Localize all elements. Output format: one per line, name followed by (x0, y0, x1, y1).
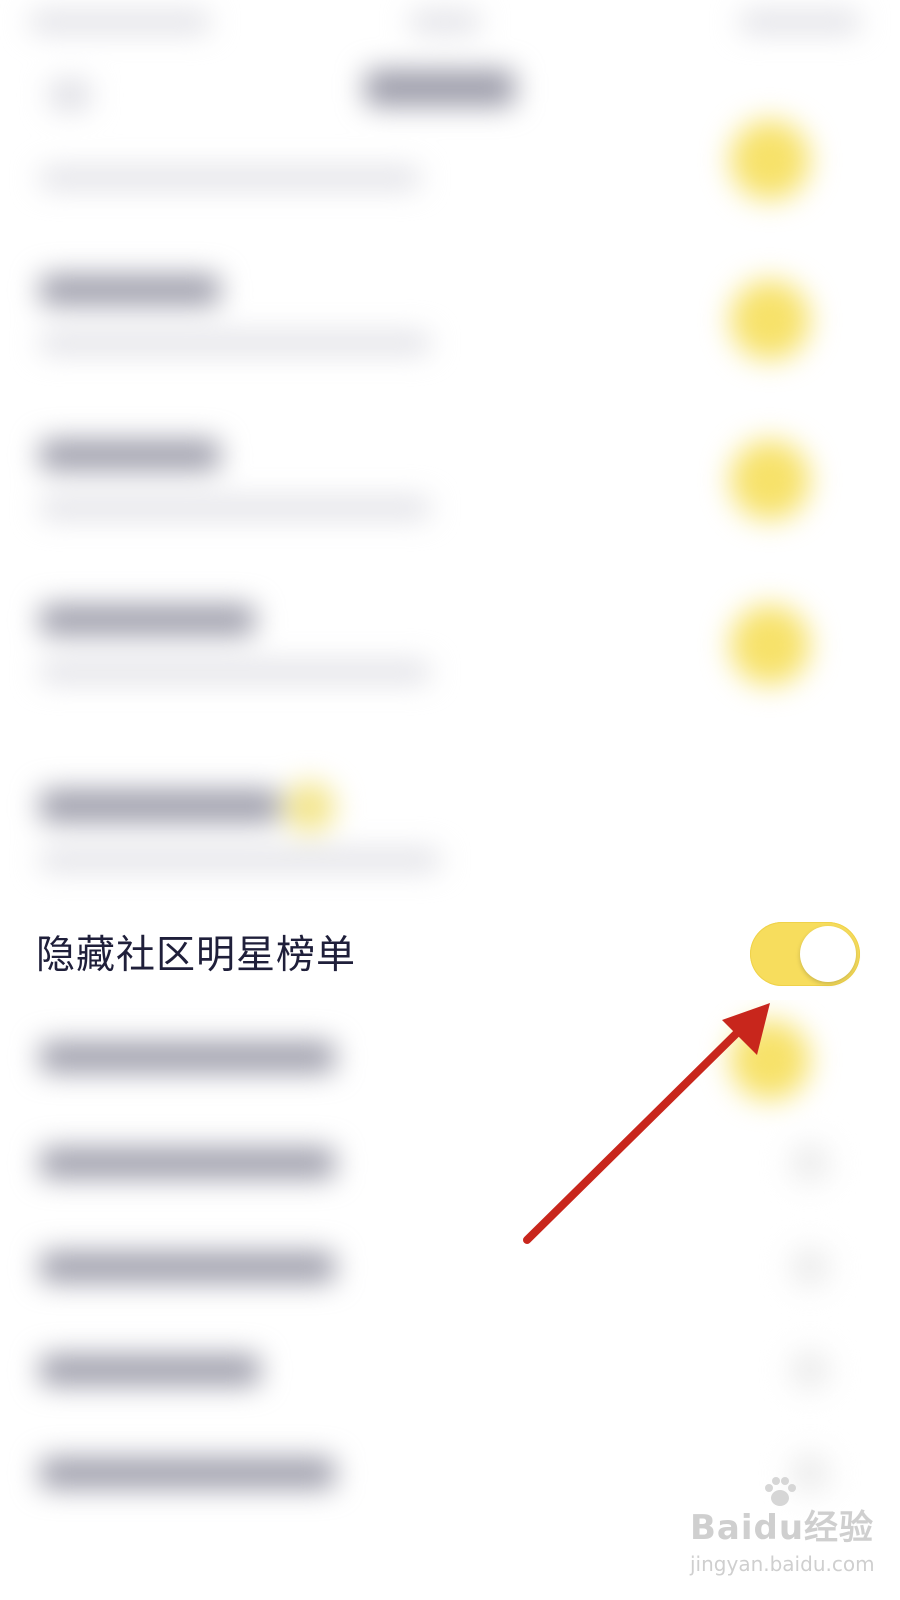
watermark-url: jingyan.baidu.com (690, 1552, 875, 1576)
status-bar-right (740, 12, 860, 32)
row-3-toggle[interactable] (730, 440, 810, 520)
status-bar-left (30, 12, 210, 32)
baidu-jingyan-watermark: Baidu经验 jingyan.baidu.com (690, 1477, 880, 1580)
row-9-chevron[interactable] (790, 1247, 830, 1287)
row-5-desc (40, 850, 440, 870)
row-3-title (40, 440, 220, 470)
row-9-title (40, 1252, 335, 1282)
row-3-desc (40, 498, 430, 518)
settings-screen: 隐藏社区明星榜单 Baidu经验 jingyan.baidu.com (0, 0, 900, 1600)
row-8-chevron[interactable] (790, 1143, 830, 1183)
nav-title (365, 70, 515, 106)
row-2-toggle[interactable] (730, 280, 810, 360)
row-4-toggle[interactable] (730, 605, 810, 685)
blurred-background (0, 0, 900, 1600)
row-10-chevron[interactable] (790, 1350, 830, 1390)
back-icon[interactable] (50, 80, 90, 110)
setting-row-hide-star-ranking: 隐藏社区明星榜单 (0, 910, 900, 1000)
row-1-toggle[interactable] (730, 120, 810, 200)
row-7-title (40, 1042, 335, 1072)
status-bar-center (410, 12, 480, 32)
row-2-title (40, 275, 220, 305)
row-4-title (40, 605, 255, 635)
row-5-badge (285, 782, 335, 832)
row-10-title (40, 1355, 260, 1385)
row-8-title (40, 1148, 335, 1178)
row-5-title (40, 790, 280, 822)
hide-star-ranking-toggle[interactable] (750, 922, 860, 986)
toggle-knob (800, 926, 856, 982)
setting-label-hide-star-ranking: 隐藏社区明星榜单 (36, 933, 357, 978)
row-7-toggle[interactable] (730, 1020, 810, 1100)
row-4-desc (40, 662, 430, 682)
row-2-desc (40, 333, 430, 353)
watermark-main-text: Baidu经验 (690, 1508, 875, 1548)
row-1-desc (40, 168, 420, 188)
row-11-title (40, 1458, 335, 1488)
